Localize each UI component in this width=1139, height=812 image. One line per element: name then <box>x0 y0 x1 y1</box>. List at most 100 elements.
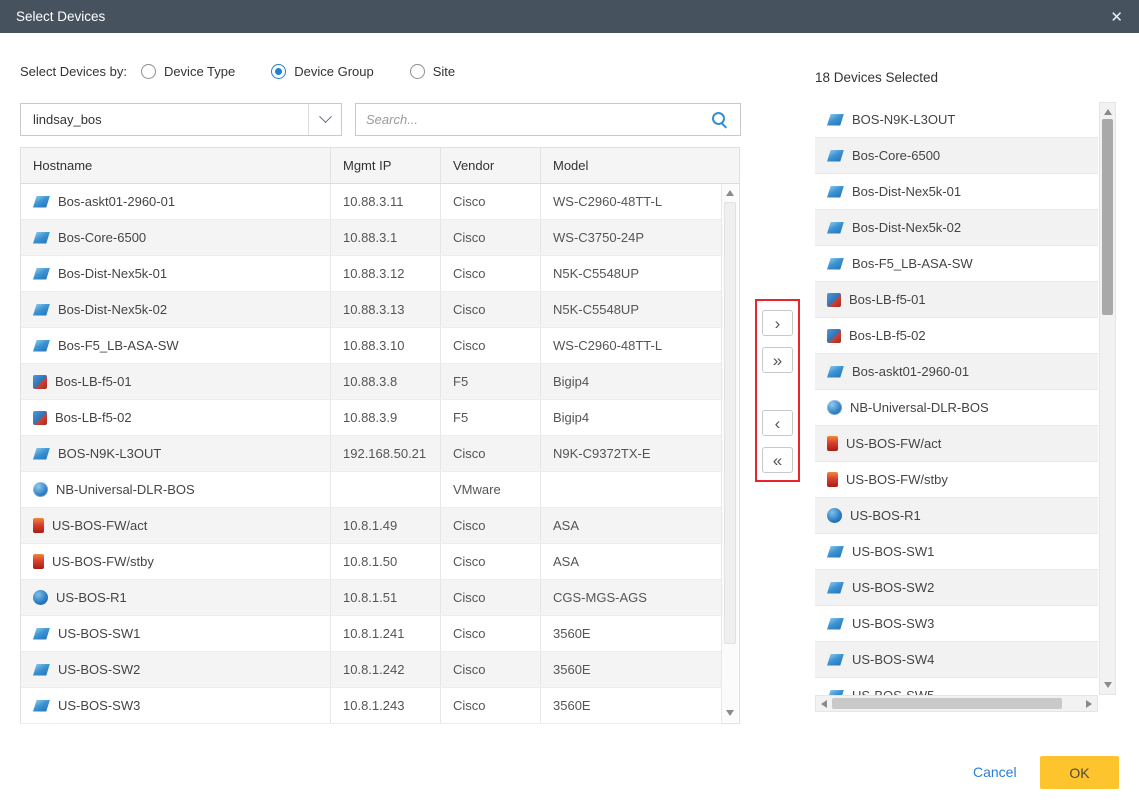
scroll-down-arrow-icon[interactable] <box>1104 682 1112 688</box>
switch-device-icon <box>33 304 50 316</box>
switch-device-icon <box>827 654 844 666</box>
selected-device-label: Bos-Core-6500 <box>852 148 940 163</box>
move-selected-left-button[interactable]: ‹ <box>762 410 793 436</box>
scrollbar-thumb[interactable] <box>832 698 1062 709</box>
selected-device-row[interactable]: US-BOS-SW3 <box>815 606 1098 642</box>
switch-device-icon <box>827 582 844 594</box>
switch-device-icon <box>33 268 50 280</box>
selected-device-row[interactable]: Bos-Dist-Nex5k-01 <box>815 174 1098 210</box>
close-icon[interactable]: ✕ <box>1110 8 1123 26</box>
selected-device-row[interactable]: Bos-LB-f5-02 <box>815 318 1098 354</box>
table-row[interactable]: Bos-LB-f5-01 10.88.3.8 F5 Bigip4 <box>21 364 722 400</box>
radio-label: Site <box>433 64 455 79</box>
mgmt-ip-cell: 10.8.1.242 <box>331 652 441 687</box>
selected-device-row[interactable]: Bos-Dist-Nex5k-02 <box>815 210 1098 246</box>
table-row[interactable]: NB-Universal-DLR-BOS VMware <box>21 472 722 508</box>
hostname-cell: Bos-LB-f5-02 <box>21 400 331 435</box>
ok-button[interactable]: OK <box>1040 756 1119 789</box>
mgmt-ip-cell: 10.8.1.243 <box>331 688 441 723</box>
hostname-text: Bos-Dist-Nex5k-02 <box>58 302 167 317</box>
model-cell: ASA <box>541 544 722 579</box>
search-icon[interactable] <box>711 111 728 128</box>
device-table-body: Bos-askt01-2960-01 10.88.3.11 Cisco WS-C… <box>21 184 722 724</box>
table-row[interactable]: Bos-Core-6500 10.88.3.1 Cisco WS-C3750-2… <box>21 220 722 256</box>
table-row[interactable]: US-BOS-SW3 10.8.1.243 Cisco 3560E <box>21 688 722 724</box>
selected-device-row[interactable]: BOS-N9K-L3OUT <box>815 102 1098 138</box>
selected-device-row[interactable]: US-BOS-SW1 <box>815 534 1098 570</box>
hostname-cell: US-BOS-SW3 <box>21 688 331 723</box>
scrollbar-thumb[interactable] <box>1102 119 1113 315</box>
table-row[interactable]: US-BOS-FW/stby 10.8.1.50 Cisco ASA <box>21 544 722 580</box>
dialog-titlebar: Select Devices ✕ <box>0 0 1139 33</box>
firewall-device-icon <box>827 436 838 451</box>
selected-device-label: NB-Universal-DLR-BOS <box>850 400 989 415</box>
model-cell: N5K-C5548UP <box>541 292 722 327</box>
select-devices-dialog: Select Devices ✕ Select Devices by: Devi… <box>0 0 1139 812</box>
hostname-text: Bos-Core-6500 <box>58 230 146 245</box>
vendor-cell: Cisco <box>441 256 541 291</box>
move-selected-right-button[interactable]: › <box>762 310 793 336</box>
selected-device-row[interactable]: NB-Universal-DLR-BOS <box>815 390 1098 426</box>
column-header-mgmt-ip: Mgmt IP <box>331 148 441 183</box>
table-row[interactable]: Bos-F5_LB-ASA-SW 10.88.3.10 Cisco WS-C29… <box>21 328 722 364</box>
selected-device-row[interactable]: US-BOS-FW/stby <box>815 462 1098 498</box>
selected-device-label: Bos-LB-f5-01 <box>849 292 926 307</box>
radio-device-group[interactable]: Device Group <box>271 64 373 79</box>
filter-label: Select Devices by: <box>20 64 127 79</box>
selected-device-label: US-BOS-SW1 <box>852 544 934 559</box>
selected-device-row[interactable]: US-BOS-SW2 <box>815 570 1098 606</box>
radio-button <box>410 64 425 79</box>
device-group-dropdown[interactable]: lindsay_bos <box>20 103 342 136</box>
selected-device-row[interactable]: US-BOS-SW5 <box>815 678 1098 695</box>
table-row[interactable]: US-BOS-R1 10.8.1.51 Cisco CGS-MGS-AGS <box>21 580 722 616</box>
scroll-right-arrow-icon[interactable] <box>1086 700 1092 708</box>
vendor-cell: Cisco <box>441 184 541 219</box>
selected-device-row[interactable]: Bos-LB-f5-01 <box>815 282 1098 318</box>
table-row[interactable]: Bos-askt01-2960-01 10.88.3.11 Cisco WS-C… <box>21 184 722 220</box>
scroll-up-arrow-icon[interactable] <box>726 190 734 196</box>
model-cell: N5K-C5548UP <box>541 256 722 291</box>
selected-vertical-scrollbar[interactable] <box>1099 102 1116 695</box>
selected-device-label: Bos-askt01-2960-01 <box>852 364 969 379</box>
search-input[interactable] <box>356 112 711 127</box>
scroll-up-arrow-icon[interactable] <box>1104 109 1112 115</box>
dialog-title: Select Devices <box>16 9 105 24</box>
move-all-left-button[interactable]: « <box>762 447 793 473</box>
hostname-cell: US-BOS-FW/stby <box>21 544 331 579</box>
selected-device-row[interactable]: Bos-askt01-2960-01 <box>815 354 1098 390</box>
selected-device-row[interactable]: Bos-F5_LB-ASA-SW <box>815 246 1098 282</box>
selected-horizontal-scrollbar[interactable] <box>815 695 1098 712</box>
scroll-left-arrow-icon[interactable] <box>821 700 827 708</box>
move-all-right-button[interactable]: » <box>762 347 793 373</box>
vendor-cell: F5 <box>441 400 541 435</box>
table-row[interactable]: Bos-Dist-Nex5k-01 10.88.3.12 Cisco N5K-C… <box>21 256 722 292</box>
table-vertical-scrollbar[interactable] <box>721 184 738 722</box>
selected-device-row[interactable]: Bos-Core-6500 <box>815 138 1098 174</box>
table-header: HostnameMgmt IPVendorModel <box>21 148 739 184</box>
table-row[interactable]: BOS-N9K-L3OUT 192.168.50.21 Cisco N9K-C9… <box>21 436 722 472</box>
scroll-down-arrow-icon[interactable] <box>726 710 734 716</box>
selected-device-row[interactable]: US-BOS-SW4 <box>815 642 1098 678</box>
table-row[interactable]: US-BOS-SW2 10.8.1.242 Cisco 3560E <box>21 652 722 688</box>
radio-device-type[interactable]: Device Type <box>141 64 235 79</box>
selected-device-row[interactable]: US-BOS-FW/act <box>815 426 1098 462</box>
vendor-cell: Cisco <box>441 292 541 327</box>
cancel-button[interactable]: Cancel <box>973 764 1017 780</box>
switch-device-icon <box>827 546 844 558</box>
table-row[interactable]: US-BOS-SW1 10.8.1.241 Cisco 3560E <box>21 616 722 652</box>
table-row[interactable]: Bos-LB-f5-02 10.88.3.9 F5 Bigip4 <box>21 400 722 436</box>
selected-device-row[interactable]: US-BOS-R1 <box>815 498 1098 534</box>
selected-device-label: US-BOS-SW4 <box>852 652 934 667</box>
model-cell <box>541 472 722 507</box>
hostname-cell: US-BOS-SW2 <box>21 652 331 687</box>
vm-device-icon <box>33 482 48 497</box>
hostname-cell: US-BOS-R1 <box>21 580 331 615</box>
table-row[interactable]: Bos-Dist-Nex5k-02 10.88.3.13 Cisco N5K-C… <box>21 292 722 328</box>
mgmt-ip-cell: 10.88.3.13 <box>331 292 441 327</box>
radio-site[interactable]: Site <box>410 64 455 79</box>
hostname-text: Bos-LB-f5-01 <box>55 374 132 389</box>
hostname-text: Bos-Dist-Nex5k-01 <box>58 266 167 281</box>
hostname-text: US-BOS-R1 <box>56 590 127 605</box>
scrollbar-thumb[interactable] <box>724 202 736 644</box>
table-row[interactable]: US-BOS-FW/act 10.8.1.49 Cisco ASA <box>21 508 722 544</box>
